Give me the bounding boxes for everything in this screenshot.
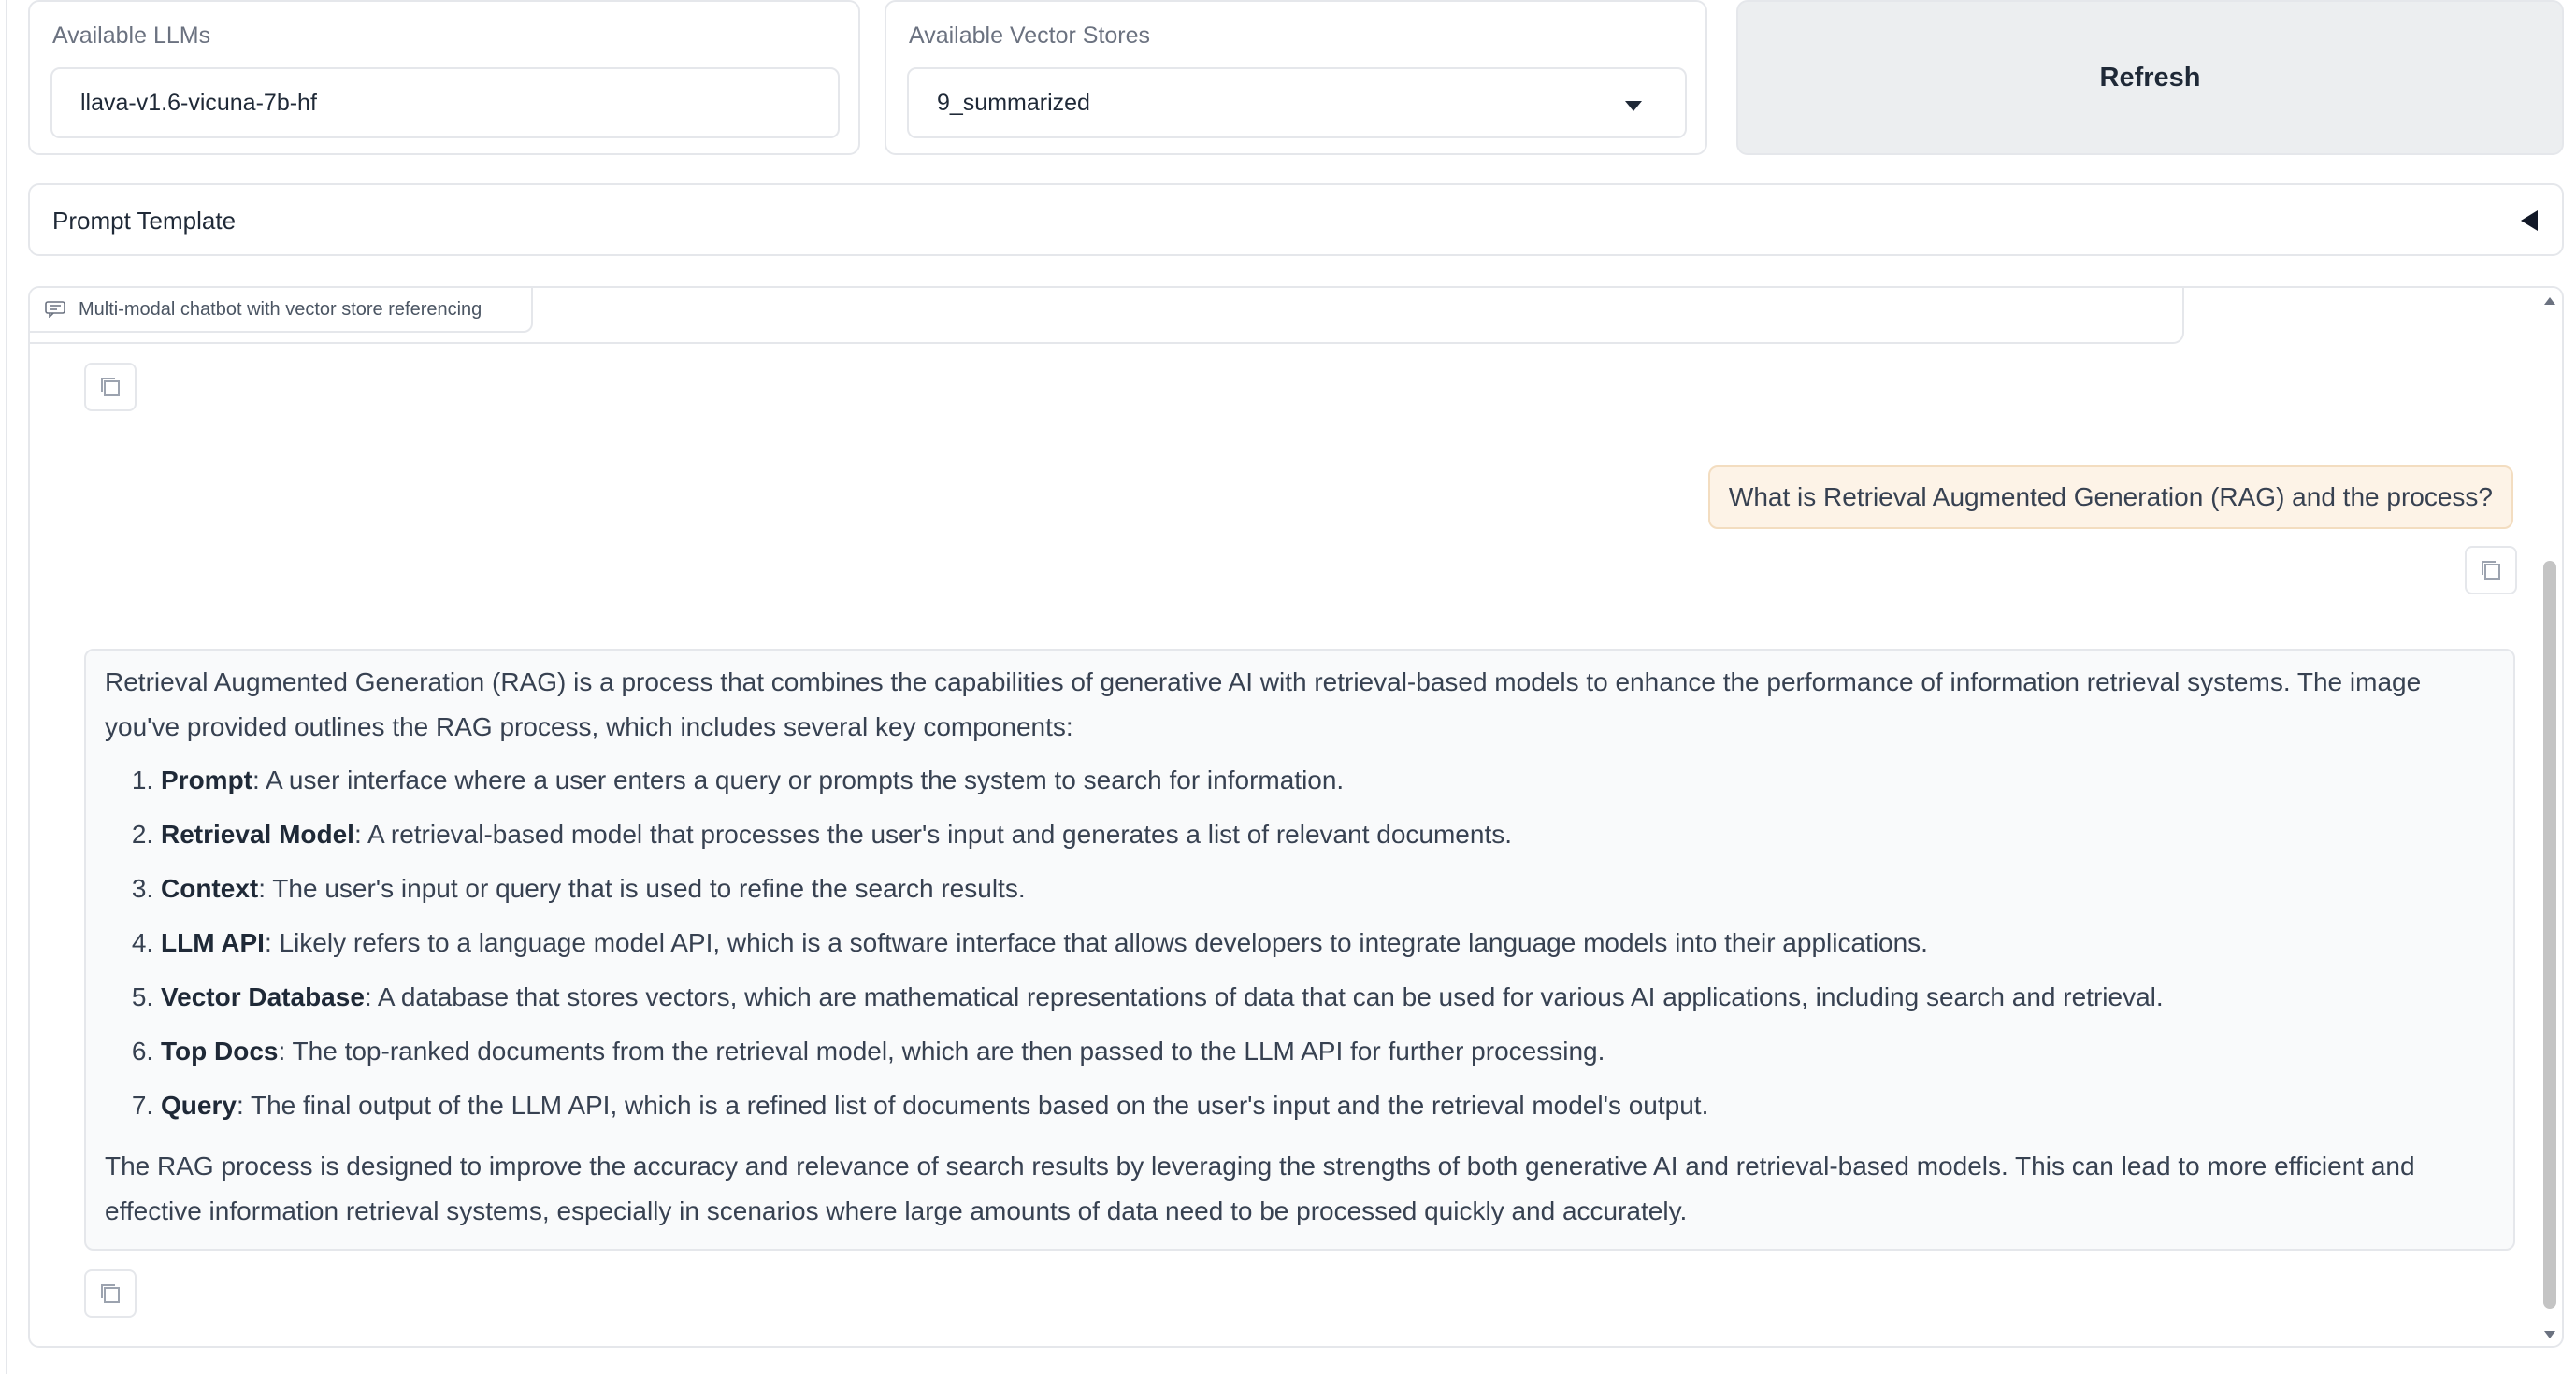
scrollbar-thumb[interactable] [2543,561,2556,1309]
list-item: Top Docs: The top-ranked documents from … [161,1024,2495,1079]
list-item: Vector Database: A database that stores … [161,970,2495,1024]
scrollbar[interactable] [2540,288,2560,1346]
chat-icon [45,301,65,318]
bot-intro: Retrieval Augmented Generation (RAG) is … [105,667,2422,741]
chatbot-panel: Multi-modal chatbot with vector store re… [28,286,2564,1348]
vector-store-label: Available Vector Stores [909,22,1151,49]
copy-button[interactable] [84,1269,137,1318]
collapse-arrow-icon[interactable] [2521,210,2538,231]
prompt-template-accordion[interactable]: Prompt Template [28,183,2564,256]
chatbot-label: Multi-modal chatbot with vector store re… [30,288,533,333]
copy-button[interactable] [84,363,137,411]
copy-icon [2482,561,2500,580]
prompt-template-title: Prompt Template [52,207,237,235]
vector-store-dropdown[interactable]: 9_summarized [907,67,1687,138]
list-item: LLM API: Likely refers to a language mod… [161,916,2495,970]
chevron-down-icon [1625,101,1642,111]
refresh-button[interactable]: Refresh [1736,0,2564,155]
scroll-up-arrow-icon[interactable] [2544,297,2555,305]
bot-outro: The RAG process is designed to improve t… [105,1152,2415,1225]
vector-store-selected: 9_summarized [937,89,1090,116]
bot-message: Retrieval Augmented Generation (RAG) is … [84,649,2515,1251]
copy-icon [101,378,120,396]
component-list: Prompt: A user interface where a user en… [161,753,2495,1133]
list-item: Query: The final output of the LLM API, … [161,1079,2495,1133]
list-item: Retrieval Model: A retrieval-based model… [161,808,2495,862]
llm-textbox[interactable]: llava-v1.6-vicuna-7b-hf [50,67,840,138]
copy-icon [101,1284,120,1303]
list-item: Context: The user's input or query that … [161,862,2495,916]
llm-label: Available LLMs [52,22,211,49]
copy-button[interactable] [2465,546,2517,594]
llm-panel: Available LLMs llava-v1.6-vicuna-7b-hf [28,0,860,155]
vector-store-panel: Available Vector Stores 9_summarized [885,0,1707,155]
scroll-down-arrow-icon[interactable] [2544,1331,2555,1338]
list-item: Prompt: A user interface where a user en… [161,753,2495,808]
user-message: What is Retrieval Augmented Generation (… [1707,465,2513,529]
page-left-border [0,0,7,1374]
chatbot-label-text: Multi-modal chatbot with vector store re… [79,298,482,320]
